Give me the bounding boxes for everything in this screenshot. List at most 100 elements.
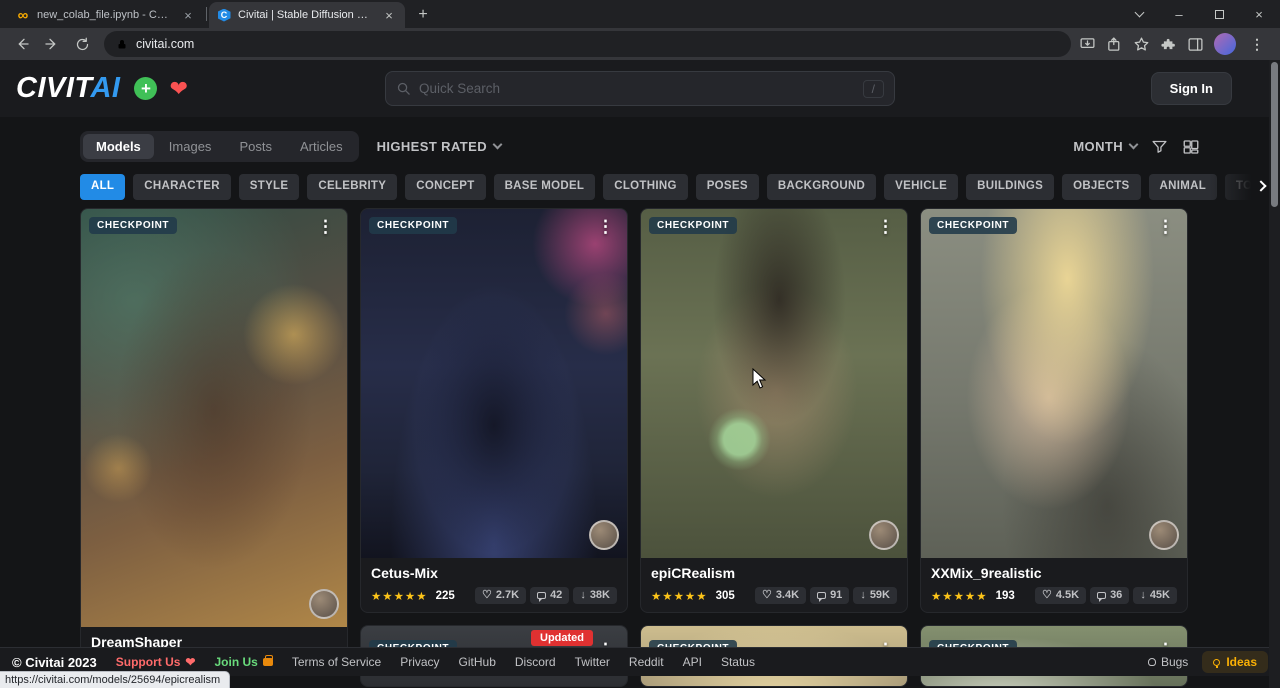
url-bar[interactable]: civitai.com	[104, 31, 1071, 57]
model-preview-image[interactable]: CHECKPOINT ⋮	[81, 209, 347, 627]
layout-grid-icon[interactable]	[1182, 138, 1200, 156]
bookmark-star-icon[interactable]	[1133, 36, 1150, 53]
heart-icon: ♡	[762, 590, 772, 601]
chip-character[interactable]: CHARACTER	[133, 174, 231, 200]
chip-base-model[interactable]: BASE MODEL	[494, 174, 596, 200]
content-toolbar: Models Images Posts Articles HIGHEST RAT…	[0, 117, 1280, 162]
download-icon: ↓	[1140, 590, 1146, 601]
model-type-badge: CHECKPOINT	[929, 217, 1017, 234]
side-panel-icon[interactable]	[1187, 36, 1204, 53]
scrollbar-thumb[interactable]	[1271, 62, 1278, 207]
civitai-page: CIVITAI + ❤ / Sign In Models Images Post…	[0, 60, 1280, 688]
model-preview-image[interactable]: CHECKPOINT ⋮	[641, 209, 907, 558]
model-preview-image[interactable]: CHECKPOINT ⋮	[361, 209, 627, 558]
browser-menu-icon[interactable]: ⋮	[1246, 36, 1268, 53]
model-card-epicrealism[interactable]: CHECKPOINT ⋮ epiCRealism ★★★★★ 305 ♡ 3.4…	[640, 208, 908, 613]
bugs-button[interactable]: Bugs	[1148, 655, 1188, 669]
model-card-xxmix9realistic[interactable]: CHECKPOINT ⋮ XXMix_9realistic ★★★★★ 193 …	[920, 208, 1188, 613]
chip-concept[interactable]: CONCEPT	[405, 174, 485, 200]
downloads-pill[interactable]: ↓ 38K	[573, 587, 617, 604]
chevron-down-icon	[1129, 140, 1139, 150]
chip-vehicle[interactable]: VEHICLE	[884, 174, 958, 200]
category-chip-row: ALL CHARACTER STYLE CELEBRITY CONCEPT BA…	[0, 162, 1280, 200]
install-icon[interactable]	[1079, 36, 1096, 53]
tab-civitai[interactable]: C Civitai | Stable Diffusion models, ×	[209, 2, 405, 28]
card-menu-icon[interactable]: ⋮	[592, 215, 619, 239]
new-tab-button[interactable]: +	[411, 3, 435, 27]
sort-dropdown[interactable]: HIGHEST RATED	[377, 139, 501, 154]
chip-celebrity[interactable]: CELEBRITY	[307, 174, 397, 200]
heart-icon: ♡	[482, 590, 492, 601]
join-us-link[interactable]: Join Us	[214, 655, 272, 669]
chip-poses[interactable]: POSES	[696, 174, 759, 200]
card-menu-icon[interactable]: ⋮	[312, 215, 339, 239]
status-link[interactable]: Status	[721, 655, 755, 669]
github-link[interactable]: GitHub	[459, 655, 496, 669]
comments-pill[interactable]: 91	[810, 587, 849, 604]
tab-search-chevron-icon[interactable]	[1122, 1, 1156, 27]
comments-pill[interactable]: 36	[1090, 587, 1129, 604]
tab-models[interactable]: Models	[83, 134, 154, 159]
extensions-puzzle-icon[interactable]	[1160, 36, 1177, 53]
share-icon[interactable]	[1106, 36, 1123, 53]
period-dropdown[interactable]: MONTH	[1073, 139, 1137, 154]
model-stats: ★★★★★ 225 ♡ 2.7K 42 ↓ 38K	[371, 587, 617, 604]
civitai-logo[interactable]: CIVITAI	[16, 72, 120, 105]
chip-objects[interactable]: OBJECTS	[1062, 174, 1140, 200]
create-plus-button[interactable]: +	[134, 77, 157, 100]
star-rating-icon: ★★★★★	[371, 589, 428, 603]
tab-articles[interactable]: Articles	[287, 134, 356, 159]
api-link[interactable]: API	[683, 655, 702, 669]
sign-in-button[interactable]: Sign In	[1151, 72, 1232, 105]
creator-avatar[interactable]	[589, 520, 619, 550]
tab-posts[interactable]: Posts	[226, 134, 285, 159]
site-header: CIVITAI + ❤ / Sign In	[0, 60, 1280, 117]
search-bar[interactable]: /	[385, 71, 895, 106]
window-maximize-button[interactable]	[1202, 1, 1236, 27]
window-close-button[interactable]: ×	[1242, 1, 1276, 27]
twitter-link[interactable]: Twitter	[575, 655, 610, 669]
discord-link[interactable]: Discord	[515, 655, 556, 669]
tab-colab[interactable]: ∞ new_colab_file.ipynb - Colaborat ×	[8, 2, 204, 28]
chip-style[interactable]: STYLE	[239, 174, 300, 200]
support-us-link[interactable]: Support Us ❤	[116, 655, 196, 669]
creator-avatar[interactable]	[869, 520, 899, 550]
privacy-link[interactable]: Privacy	[400, 655, 439, 669]
reload-button[interactable]	[68, 30, 96, 58]
model-card-cetus-mix[interactable]: CHECKPOINT ⋮ Cetus-Mix ★★★★★ 225 ♡ 2.7K	[360, 208, 628, 613]
favorites-heart-icon[interactable]: ❤	[169, 78, 187, 100]
forward-button[interactable]	[38, 30, 66, 58]
browser-profile-avatar[interactable]	[1214, 33, 1236, 55]
back-button[interactable]	[8, 30, 36, 58]
comments-pill[interactable]: 42	[530, 587, 569, 604]
likes-pill[interactable]: ♡ 3.4K	[755, 587, 806, 604]
tab-images[interactable]: Images	[156, 134, 225, 159]
downloads-pill[interactable]: ↓ 45K	[1133, 587, 1177, 604]
tab-close-icon[interactable]: ×	[381, 7, 397, 23]
card-menu-icon[interactable]: ⋮	[1152, 215, 1179, 239]
model-preview-image[interactable]: CHECKPOINT ⋮	[921, 209, 1187, 558]
chip-clothing[interactable]: CLOTHING	[603, 174, 687, 200]
window-minimize-button[interactable]: –	[1162, 1, 1196, 27]
terms-link[interactable]: Terms of Service	[292, 655, 381, 669]
downloads-pill[interactable]: ↓ 59K	[853, 587, 897, 604]
card-menu-icon[interactable]: ⋮	[872, 215, 899, 239]
search-input[interactable]	[419, 81, 855, 96]
page-scrollbar[interactable]	[1269, 60, 1280, 688]
creator-avatar[interactable]	[1149, 520, 1179, 550]
download-icon: ↓	[860, 590, 866, 601]
likes-pill[interactable]: ♡ 2.7K	[475, 587, 526, 604]
filter-funnel-icon[interactable]	[1151, 138, 1168, 155]
likes-pill[interactable]: ♡ 4.5K	[1035, 587, 1086, 604]
chip-background[interactable]: BACKGROUND	[767, 174, 876, 200]
chip-all[interactable]: ALL	[80, 174, 125, 200]
copyright-text: © Civitai 2023	[12, 655, 97, 670]
creator-avatar[interactable]	[309, 589, 339, 619]
ideas-button[interactable]: Ideas	[1202, 651, 1268, 673]
chip-animal[interactable]: ANIMAL	[1149, 174, 1218, 200]
chip-buildings[interactable]: BUILDINGS	[966, 174, 1054, 200]
category-scroll-right[interactable]	[1209, 172, 1269, 200]
model-card-dreamshaper[interactable]: CHECKPOINT ⋮ DreamShaper	[80, 208, 348, 659]
tab-close-icon[interactable]: ×	[180, 7, 196, 23]
reddit-link[interactable]: Reddit	[629, 655, 664, 669]
